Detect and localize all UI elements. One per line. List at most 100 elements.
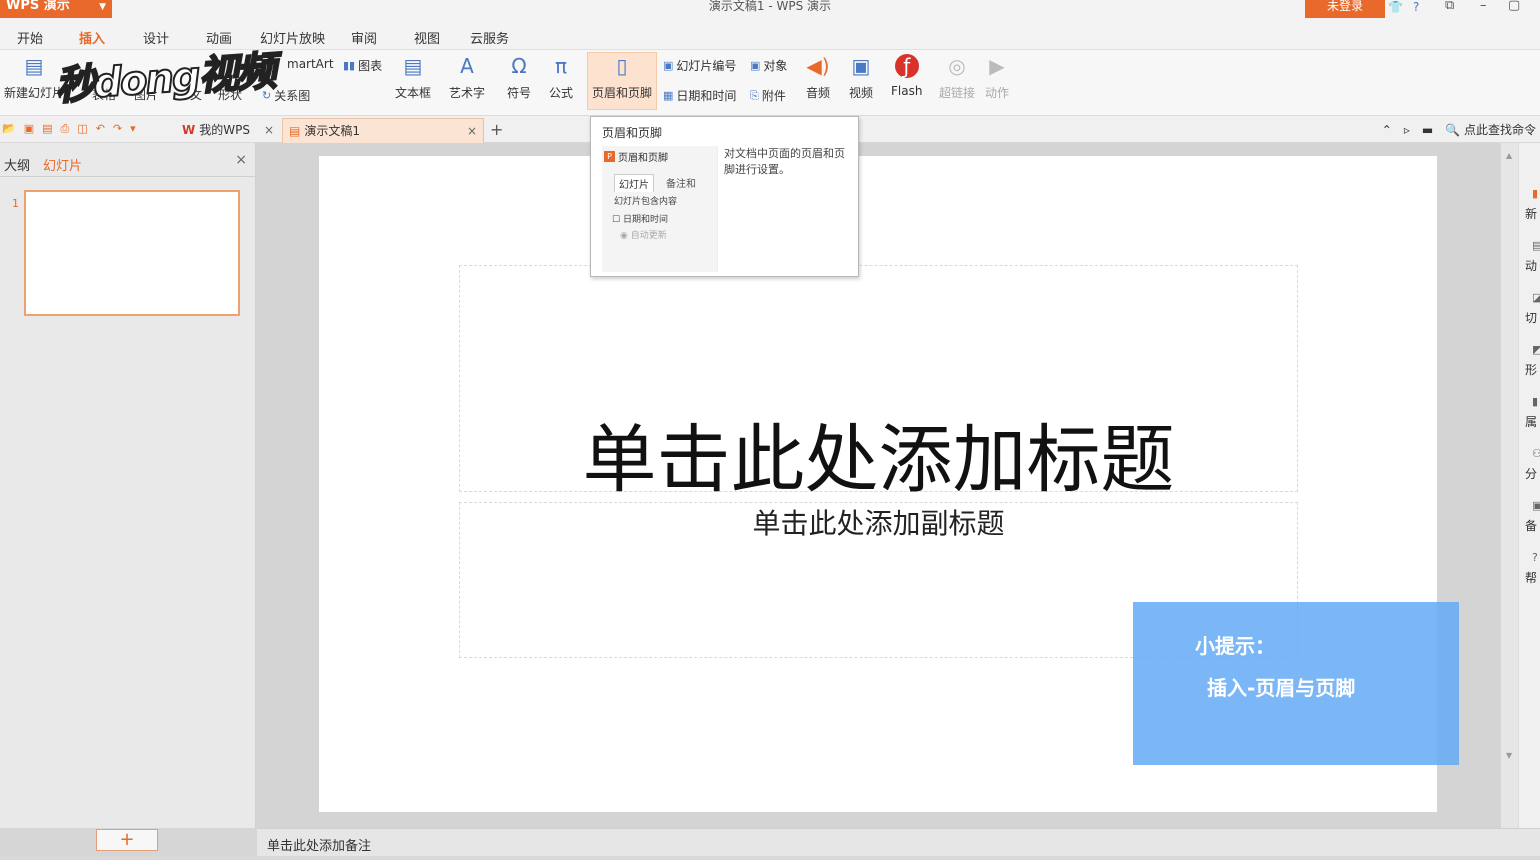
tooltip-description: 对文档中页面的页眉和页脚进行设置。 — [724, 147, 845, 176]
restore-icon[interactable]: ⧉ — [1445, 0, 1454, 12]
globe-icon: ◎ — [948, 54, 966, 78]
pi-icon: π — [554, 54, 568, 78]
hyperlink-button[interactable]: ◎ 超链接 — [939, 54, 975, 101]
page-icon: ▯ — [616, 54, 628, 78]
save-icon[interactable]: ▣ — [24, 122, 34, 136]
share-icon[interactable]: ▹ — [1404, 123, 1410, 137]
slide-thumbnail[interactable] — [24, 190, 240, 316]
slide-number-icon: ▣ — [663, 59, 674, 72]
header-footer-tooltip: 页眉和页脚 P 页眉和页脚 幻灯片 备注和 幻灯片包含内容 ☐ 日期和时间 ◉ … — [590, 116, 859, 277]
notes-placeholder[interactable]: 单击此处添加备注 — [267, 835, 371, 854]
print-icon[interactable]: ⎙ — [61, 122, 70, 136]
action-button[interactable]: ▶ 动作 — [985, 54, 1009, 101]
open-icon[interactable]: 📂 — [2, 122, 16, 136]
slide-number-button[interactable]: ▣ 幻灯片编号 — [663, 57, 736, 74]
hyperlink-label: 超链接 — [939, 86, 976, 100]
tab-slides[interactable]: 幻灯片 — [43, 155, 82, 174]
chart-button[interactable]: ▮▮ 图表 — [343, 57, 382, 74]
relation-label: 关系图 — [274, 89, 311, 103]
tab-current-document-label: 演示文稿1 — [304, 124, 360, 138]
rail-item-shape[interactable]: 形 — [1525, 361, 1537, 378]
pin-icon[interactable]: ⌃ — [1382, 123, 1392, 137]
tab-home[interactable]: 开始 — [17, 28, 43, 47]
rail-item-new[interactable]: 新 — [1525, 205, 1537, 222]
notes-pane[interactable]: 单击此处添加备注 — [257, 828, 1540, 856]
wordart-icon: A — [460, 54, 474, 78]
calendar-icon: ▦ — [663, 89, 674, 102]
login-button[interactable]: 未登录 — [1305, 0, 1385, 18]
undo-icon[interactable]: ↶ — [96, 122, 105, 136]
symbol-label: 符号 — [507, 86, 532, 100]
formula-button[interactable]: π 公式 — [549, 54, 573, 101]
scroll-down-icon[interactable]: ▼ — [1506, 751, 1512, 760]
add-slide-button[interactable]: + — [96, 829, 158, 851]
dropdown-icon[interactable]: ▾ — [130, 122, 136, 136]
minimize-button[interactable]: – — [1480, 0, 1487, 12]
object-icon: ▣ — [750, 59, 761, 72]
scroll-up-icon[interactable]: ▲ — [1506, 151, 1512, 160]
video-button[interactable]: ▣ 视频 — [849, 54, 873, 101]
slide-number: 1 — [12, 197, 19, 210]
shape-icon: ◩ — [1532, 343, 1540, 356]
backup-icon: ▣ — [1532, 499, 1540, 512]
preview-tab-notes: 备注和 — [666, 179, 696, 190]
search-command-label: 点此查找命令 — [1463, 123, 1536, 137]
checkbox-icon: ☐ — [612, 215, 621, 225]
tooltip-title: 页眉和页脚 — [602, 126, 663, 140]
new-tab-button[interactable]: + — [490, 120, 503, 139]
rail-item-backup[interactable]: 备 — [1525, 517, 1537, 534]
tab-insert[interactable]: 插入 — [79, 28, 105, 47]
quick-access-icons: 📂 ▣ ▤ ⎙ ◫ ↶ ↷ ▾ — [2, 122, 136, 136]
wordart-button[interactable]: A 艺术字 — [449, 54, 485, 101]
titlebar-icons: 👕 ? — [1388, 0, 1419, 14]
textbox-button[interactable]: ▤ 文本框 — [395, 54, 431, 101]
close-tab-icon[interactable]: × — [264, 118, 274, 143]
smartart-button[interactable]: martArt — [287, 57, 334, 71]
close-icon[interactable]: × — [235, 152, 247, 168]
preview-icon[interactable]: ◫ — [77, 122, 87, 136]
status-bar — [0, 856, 1540, 860]
attachment-button[interactable]: ⎘ 附件 — [750, 87, 786, 104]
redo-icon[interactable]: ↷ — [113, 122, 122, 136]
tab-design[interactable]: 设计 — [143, 28, 169, 47]
help-icon: ? — [1532, 551, 1538, 564]
rail-item-transition[interactable]: 切 — [1525, 309, 1537, 326]
tab-cloud[interactable]: 云服务 — [470, 28, 509, 47]
omega-icon: Ω — [511, 54, 527, 78]
audio-button[interactable]: ◀) 音频 — [806, 54, 830, 101]
help-icon[interactable]: ? — [1413, 0, 1419, 14]
flash-icon: ƒ — [894, 54, 919, 78]
preview-heading: P 页眉和页脚 — [604, 149, 668, 164]
preview-checkbox: ☐ 日期和时间 — [612, 212, 668, 225]
vertical-scrollbar[interactable]: ▲ ▼ — [1500, 143, 1518, 828]
skin-icon[interactable]: 👕 — [1388, 0, 1403, 14]
rail-item-animation[interactable]: 动 — [1525, 257, 1537, 274]
maximize-button[interactable]: ▢ — [1508, 0, 1520, 12]
feedback-icon[interactable]: ▬ — [1422, 123, 1433, 137]
flash-label: Flash — [891, 84, 923, 98]
tab-view[interactable]: 视图 — [414, 28, 440, 47]
radio-icon: ◉ — [620, 231, 628, 241]
title-placeholder-text[interactable]: 单击此处添加标题 — [459, 400, 1298, 507]
new-slide-icon: ▮ — [1532, 187, 1539, 200]
date-time-button[interactable]: ▦ 日期和时间 — [663, 87, 736, 104]
output-pdf-icon[interactable]: ▤ — [42, 122, 52, 136]
tab-my-wps[interactable]: W 我的WPS × — [176, 118, 280, 143]
search-command-area: ⌃ ▹ ▬ 🔍 点此查找命令 — [1382, 121, 1536, 138]
speaker-icon: ◀) — [806, 54, 830, 78]
subtitle-placeholder-text[interactable]: 单击此处添加副标题 — [459, 502, 1298, 542]
symbol-button[interactable]: Ω 符号 — [507, 54, 531, 101]
tab-outline[interactable]: 大纲 — [4, 155, 30, 174]
header-footer-button[interactable]: ▯ 页眉和页脚 — [592, 54, 652, 101]
tab-current-document[interactable]: ▤ 演示文稿1 × — [282, 118, 484, 143]
tab-review[interactable]: 审阅 — [351, 28, 377, 47]
date-time-label: 日期和时间 — [676, 89, 737, 103]
share-icon: ⚇ — [1532, 447, 1540, 460]
rail-item-properties[interactable]: 属 — [1525, 413, 1537, 430]
rail-item-share[interactable]: 分 — [1525, 465, 1537, 482]
search-command-input[interactable]: 🔍 点此查找命令 — [1445, 121, 1536, 138]
close-tab-icon[interactable]: × — [467, 119, 477, 144]
flash-button[interactable]: ƒ Flash — [891, 54, 922, 98]
rail-item-help[interactable]: 帮 — [1525, 569, 1537, 586]
object-button[interactable]: ▣ 对象 — [750, 57, 787, 74]
